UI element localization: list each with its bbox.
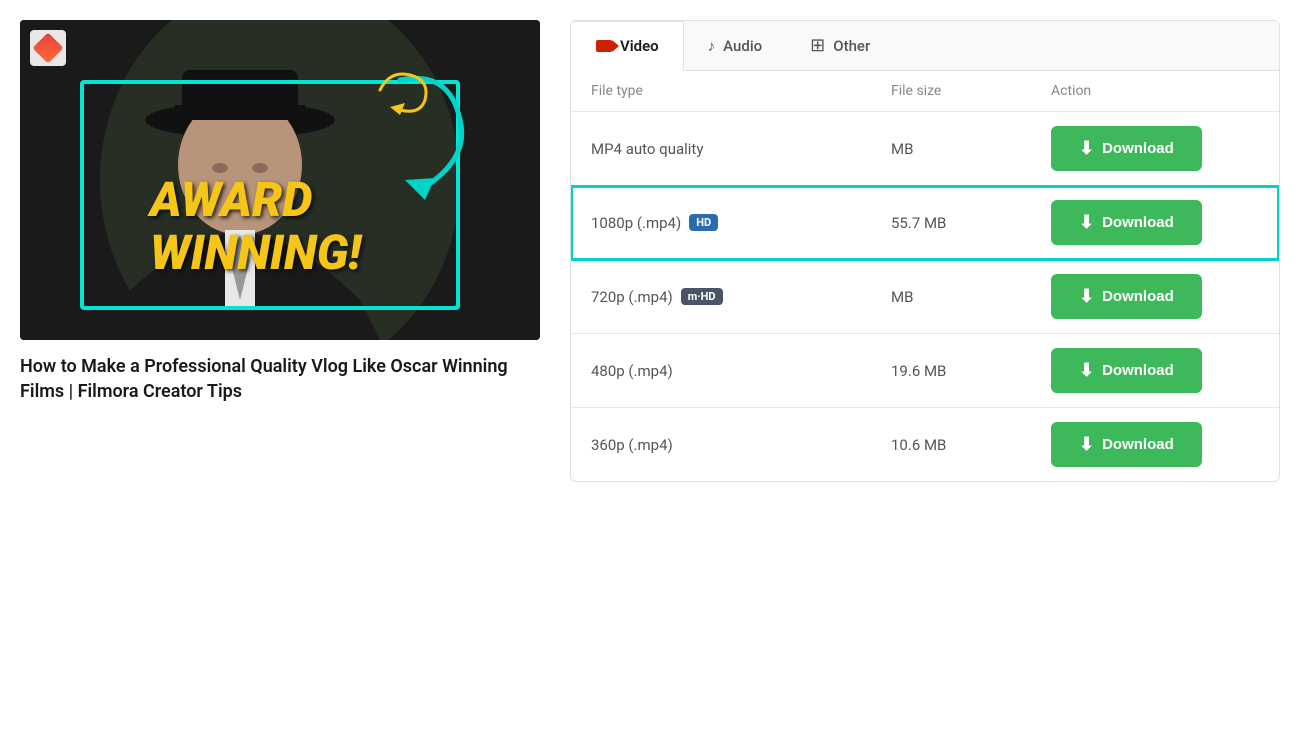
file-type-label-1080p: 1080p (.mp4) (591, 214, 681, 232)
file-size-cell-mp4-auto: MB (871, 112, 1031, 186)
action-cell-mp4-auto: ⬇ Download (1031, 112, 1279, 186)
video-title: How to Make a Professional Quality Vlog … (20, 354, 540, 404)
file-type-cell-360p: 360p (.mp4) (571, 408, 871, 482)
file-type-cell-mp4-auto: MP4 auto quality (571, 112, 871, 186)
other-tab-icon: ⊞ (810, 35, 825, 56)
video-tab-icon (596, 40, 612, 52)
file-type-label-480p: 480p (.mp4) (591, 362, 673, 380)
download-label: Download (1102, 140, 1174, 157)
file-size-cell-720p: MB (871, 260, 1031, 334)
table-row-1080p: 1080p (.mp4) HD 55.7 MB ⬇ Download (571, 186, 1279, 260)
download-button-480p[interactable]: ⬇ Download (1051, 348, 1202, 393)
action-cell-1080p: ⬇ Download (1031, 186, 1279, 260)
file-size-cell-480p: 19.6 MB (871, 334, 1031, 408)
arrow-overlay (320, 60, 480, 220)
right-panel: Video ♪ Audio ⊞ Other File type File siz… (570, 20, 1280, 482)
tabs-container: Video ♪ Audio ⊞ Other (571, 21, 1279, 71)
tab-audio[interactable]: ♪ Audio (684, 21, 787, 70)
file-type-label-360p: 360p (.mp4) (591, 436, 673, 454)
left-panel: AWARDWINNING! How to Make a Professional… (20, 20, 540, 404)
tab-video[interactable]: Video (571, 21, 684, 71)
quality-badge-720p: m·HD (681, 288, 723, 305)
download-icon: ⬇ (1079, 434, 1094, 455)
download-icon: ⬇ (1079, 212, 1094, 233)
action-cell-360p: ⬇ Download (1031, 408, 1279, 482)
col-header-filesize: File size (871, 71, 1031, 112)
file-size-cell-360p: 10.6 MB (871, 408, 1031, 482)
file-type-cell-480p: 480p (.mp4) (571, 334, 871, 408)
file-type-cell-720p: 720p (.mp4) m·HD (571, 260, 871, 334)
table-row-480p: 480p (.mp4) 19.6 MB ⬇ Download (571, 334, 1279, 408)
tab-other[interactable]: ⊞ Other (786, 21, 894, 70)
file-type-label-mp4-auto: MP4 auto quality (591, 140, 703, 158)
action-cell-480p: ⬇ Download (1031, 334, 1279, 408)
download-label: Download (1102, 362, 1174, 379)
download-icon: ⬇ (1079, 286, 1094, 307)
tab-audio-label: Audio (723, 37, 762, 55)
tab-video-label: Video (620, 37, 659, 55)
audio-tab-icon: ♪ (708, 37, 716, 55)
download-label: Download (1102, 288, 1174, 305)
play-icon (30, 30, 66, 66)
video-thumbnail: AWARDWINNING! (20, 20, 540, 340)
quality-badge-1080p: HD (689, 214, 718, 231)
download-table: File type File size Action MP4 auto qual… (571, 71, 1279, 481)
table-row-720p: 720p (.mp4) m·HD MB ⬇ Download (571, 260, 1279, 334)
download-label: Download (1102, 436, 1174, 453)
action-cell-720p: ⬇ Download (1031, 260, 1279, 334)
table-row-360p: 360p (.mp4) 10.6 MB ⬇ Download (571, 408, 1279, 482)
col-header-action: Action (1031, 71, 1279, 112)
file-type-cell-1080p: 1080p (.mp4) HD (571, 186, 871, 260)
download-button-720p[interactable]: ⬇ Download (1051, 274, 1202, 319)
table-row-mp4-auto: MP4 auto quality MB ⬇ Download (571, 112, 1279, 186)
file-type-label-720p: 720p (.mp4) (591, 288, 673, 306)
col-header-filetype: File type (571, 71, 871, 112)
download-icon: ⬇ (1079, 360, 1094, 381)
download-label: Download (1102, 214, 1174, 231)
download-icon: ⬇ (1079, 138, 1094, 159)
download-button-mp4-auto[interactable]: ⬇ Download (1051, 126, 1202, 171)
tab-other-label: Other (833, 37, 870, 55)
download-button-360p[interactable]: ⬇ Download (1051, 422, 1202, 467)
download-button-1080p[interactable]: ⬇ Download (1051, 200, 1202, 245)
file-size-cell-1080p: 55.7 MB (871, 186, 1031, 260)
